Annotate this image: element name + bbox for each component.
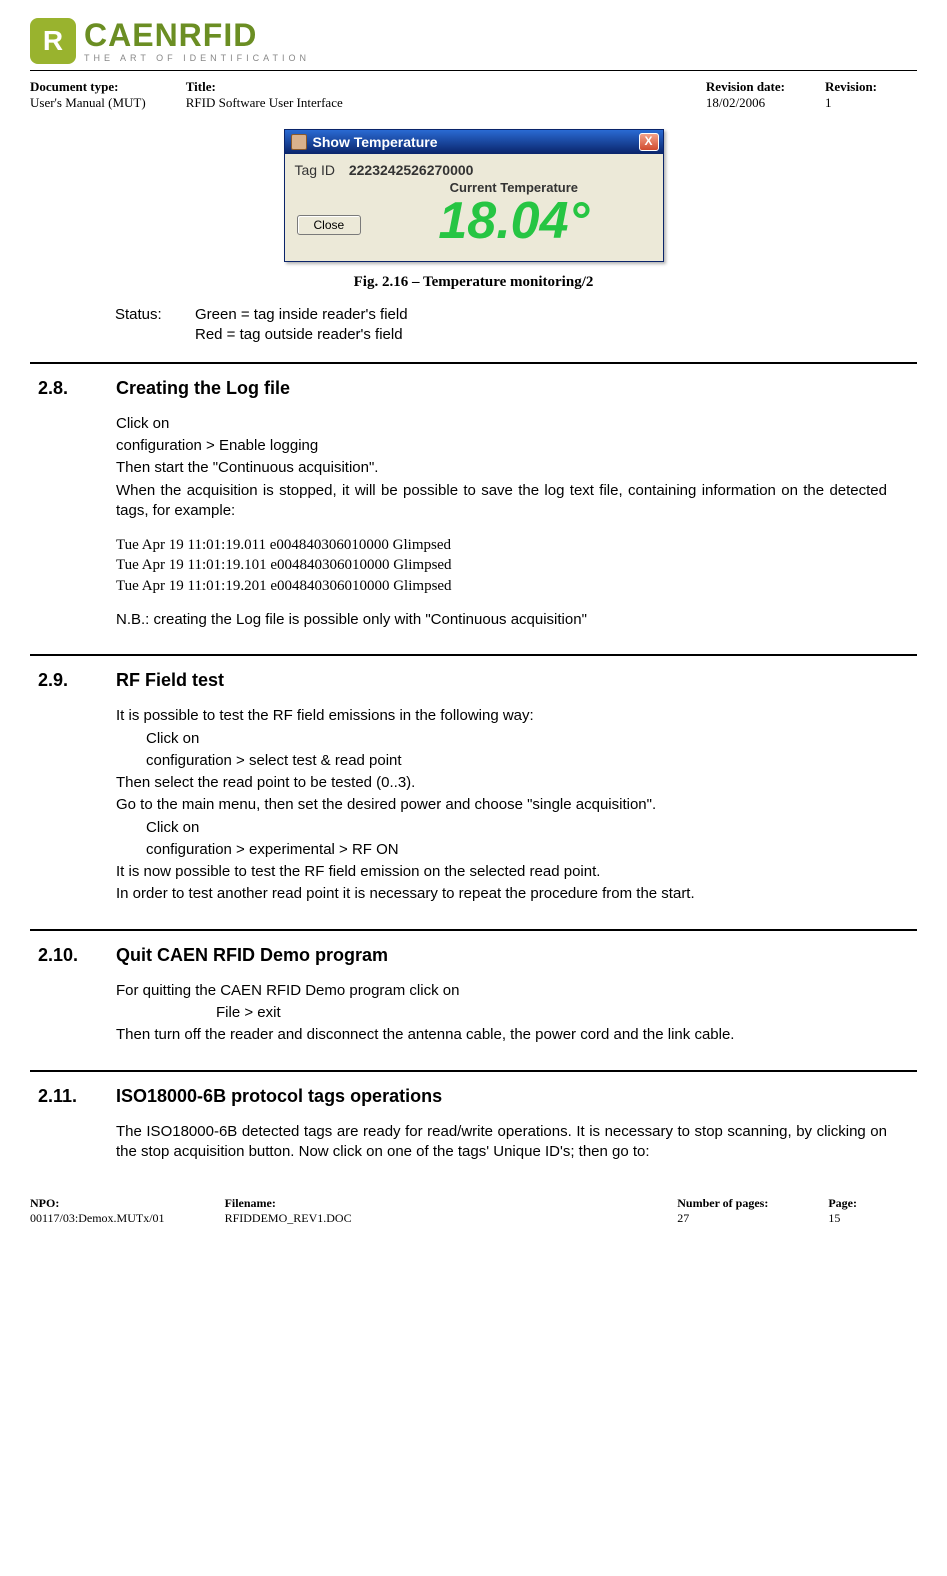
temperature-value: 18.04° (375, 195, 652, 247)
document-metadata: Document type: User's Manual (MUT) Title… (30, 79, 917, 111)
section-title: RF Field test (116, 668, 224, 692)
body-text: In order to test another read point it i… (116, 884, 887, 904)
status-block: Status: Green = tag inside reader's fiel… (115, 305, 917, 346)
section-2-8-head: 2.8. Creating the Log file (30, 376, 917, 400)
log-line: Tue Apr 19 11:01:19.201 e004840306010000… (116, 576, 887, 596)
log-line: Tue Apr 19 11:01:19.011 e004840306010000… (116, 535, 887, 555)
section-2-9-head: 2.9. RF Field test (30, 668, 917, 692)
doc-type-label: Document type: (30, 79, 146, 95)
npo-label: NPO: (30, 1196, 165, 1211)
body-text: It is now possible to test the RF field … (116, 862, 887, 882)
body-text: configuration > experimental > RF ON (146, 840, 887, 860)
status-label: Status: (115, 305, 195, 325)
log-line: Tue Apr 19 11:01:19.101 e004840306010000… (116, 555, 887, 575)
section-num: 2.8. (38, 376, 116, 400)
temperature-dialog: Show Temperature X Tag ID 22232425262700… (284, 129, 664, 262)
numpages-value: 27 (677, 1211, 768, 1226)
title-label: Title: (186, 79, 666, 95)
rev-label: Revision: (825, 79, 877, 95)
npo-value: 00117/03:Demox.MUTx/01 (30, 1211, 165, 1226)
title-value: RFID Software User Interface (186, 95, 666, 111)
body-text: N.B.: creating the Log file is possible … (116, 610, 887, 630)
filename-value: RFIDDEMO_REV1.DOC (225, 1211, 618, 1226)
body-text: For quitting the CAEN RFID Demo program … (116, 981, 887, 1001)
close-icon[interactable]: X (639, 133, 659, 151)
section-num: 2.11. (38, 1084, 116, 1108)
section-2-10-head: 2.10. Quit CAEN RFID Demo program (30, 943, 917, 967)
dialog-titlebar: Show Temperature X (285, 130, 663, 154)
logo-icon: R (30, 18, 76, 64)
divider (30, 929, 917, 931)
doc-type-value: User's Manual (MUT) (30, 95, 146, 111)
body-text: The ISO18000-6B detected tags are ready … (116, 1122, 887, 1163)
dialog-title: Show Temperature (313, 134, 633, 150)
logo-sub-text: THE ART OF IDENTIFICATION (84, 53, 310, 63)
body-text: It is possible to test the RF field emis… (116, 706, 887, 726)
page-footer: NPO: 00117/03:Demox.MUTx/01 Filename: RF… (30, 1190, 917, 1226)
body-text: configuration > Enable logging (116, 436, 887, 456)
status-green: Green = tag inside reader's field (195, 305, 408, 325)
divider (30, 1070, 917, 1072)
section-num: 2.10. (38, 943, 116, 967)
rev-date-label: Revision date: (706, 79, 785, 95)
section-title: ISO18000-6B protocol tags operations (116, 1084, 442, 1108)
figure-caption: Fig. 2.16 – Temperature monitoring/2 (30, 274, 917, 291)
body-text: Click on (116, 414, 887, 434)
tag-id-label: Tag ID (295, 162, 335, 178)
rev-value: 1 (825, 95, 877, 111)
page-label: Page: (828, 1196, 857, 1211)
tag-id-value: 2223242526270000 (349, 162, 474, 178)
divider (30, 654, 917, 656)
section-title: Creating the Log file (116, 376, 290, 400)
rev-date-value: 18/02/2006 (706, 95, 785, 111)
section-title: Quit CAEN RFID Demo program (116, 943, 388, 967)
filename-label: Filename: (225, 1196, 618, 1211)
java-icon (291, 134, 307, 150)
body-text: Then select the read point to be tested … (116, 773, 887, 793)
body-text: Then start the "Continuous acquisition". (116, 458, 887, 478)
body-text: Click on (146, 818, 887, 838)
body-text: configuration > select test & read point (146, 751, 887, 771)
close-button[interactable]: Close (297, 215, 362, 235)
numpages-label: Number of pages: (677, 1196, 768, 1211)
section-num: 2.9. (38, 668, 116, 692)
body-text: Go to the main menu, then set the desire… (116, 795, 887, 815)
body-text: Then turn off the reader and disconnect … (116, 1025, 887, 1045)
section-2-11-head: 2.11. ISO18000-6B protocol tags operatio… (30, 1084, 917, 1108)
divider (30, 362, 917, 364)
body-text: File > exit (216, 1003, 887, 1023)
logo-main-text: CAENRFID (84, 19, 310, 51)
page-value: 15 (828, 1211, 857, 1226)
status-red: Red = tag outside reader's field (195, 325, 403, 345)
body-text: When the acquisition is stopped, it will… (116, 481, 887, 522)
body-text: Click on (146, 729, 887, 749)
logo-header: R CAENRFID THE ART OF IDENTIFICATION (30, 18, 917, 71)
